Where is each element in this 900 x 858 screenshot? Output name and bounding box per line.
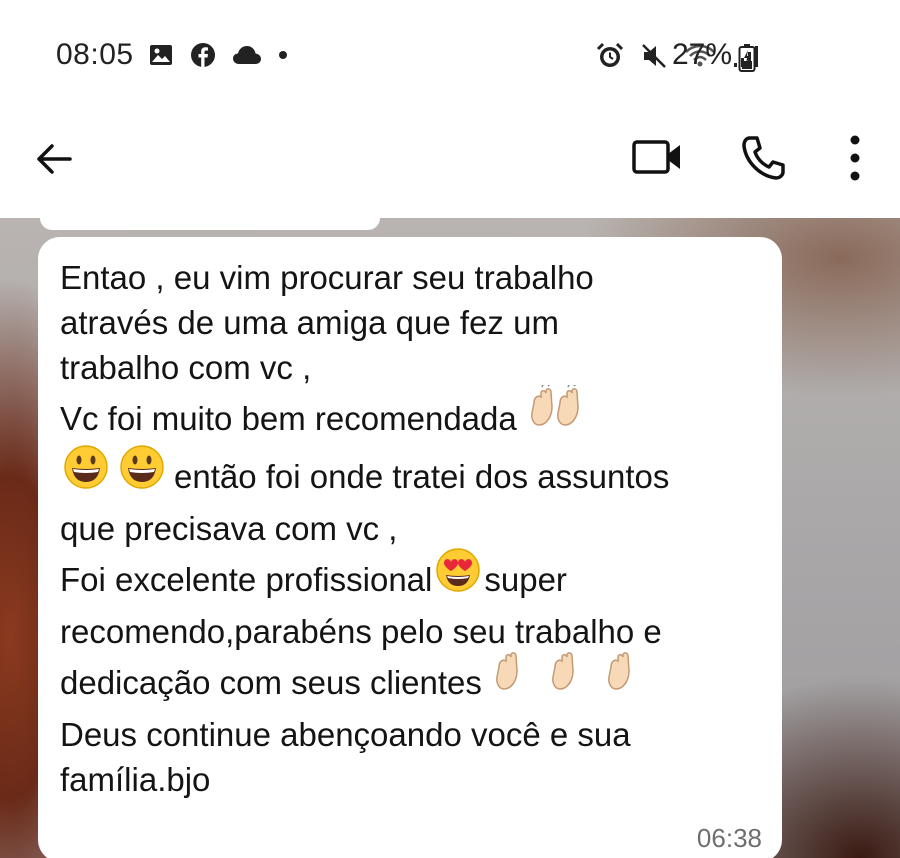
grinning-face-emoji (62, 443, 172, 509)
more-vert-icon[interactable] (840, 132, 870, 184)
clapping-hands-emoji (528, 383, 584, 451)
gallery-icon (150, 45, 172, 65)
facebook-icon (191, 43, 215, 67)
heart-eyes-emoji (434, 546, 482, 612)
dot-icon (279, 51, 287, 59)
message-line-text: Vc foi muito bem recomendada (60, 400, 517, 437)
cloud-icon (233, 46, 261, 64)
alarm-icon (596, 42, 624, 67)
message-line-text: super (484, 561, 567, 598)
message-line: recomendo,parabéns pelo seu trabalho e (60, 613, 662, 650)
message-line: que precisava com vc , (60, 510, 398, 547)
message-line: Entao , eu vim procurar seu trabalho (60, 259, 594, 296)
chat-background: Entao , eu vim procurar seu trabalho atr… (0, 218, 900, 858)
video-call-icon[interactable] (630, 132, 686, 182)
back-arrow-icon[interactable] (30, 134, 80, 184)
previous-message-bubble (40, 218, 380, 230)
battery-percent: 27% (672, 38, 733, 71)
message-line: Vc foi muito bem recomendada (60, 383, 770, 448)
mute-icon (642, 44, 666, 68)
message-line: então foi onde tratei dos assuntos (60, 445, 770, 506)
message-line: através de uma amiga que fez um (60, 304, 559, 341)
message-text: Entao , eu vim procurar seu trabalho atr… (60, 255, 770, 802)
message-line: dedicação com seus clientes (60, 652, 770, 712)
message-line: trabalho com vc , (60, 349, 312, 386)
status-bar: 08:05 27% (0, 0, 900, 110)
message-line: Deus continue abençoando você e sua (60, 716, 631, 753)
clapping-hands-emoji (493, 649, 661, 715)
message-bubble[interactable]: Entao , eu vim procurar seu trabalho atr… (38, 237, 782, 858)
phone-icon[interactable] (740, 134, 786, 182)
chat-screen: 08:05 27% Entao , eu vim procurar seu tr… (0, 0, 900, 858)
status-notification-icons (148, 42, 288, 68)
battery-icon (738, 44, 756, 72)
message-line: Foi excelente profissional super (60, 548, 770, 609)
message-timestamp: 06:38 (696, 823, 762, 853)
message-line: família.bjo (60, 761, 211, 798)
message-line-text: então foi onde tratei dos assuntos (174, 458, 670, 495)
message-line-text: dedicação com seus clientes (60, 664, 482, 701)
message-line-text: Foi excelente profissional (60, 561, 433, 598)
status-time: 08:05 (56, 38, 134, 71)
chat-toolbar (0, 110, 900, 218)
